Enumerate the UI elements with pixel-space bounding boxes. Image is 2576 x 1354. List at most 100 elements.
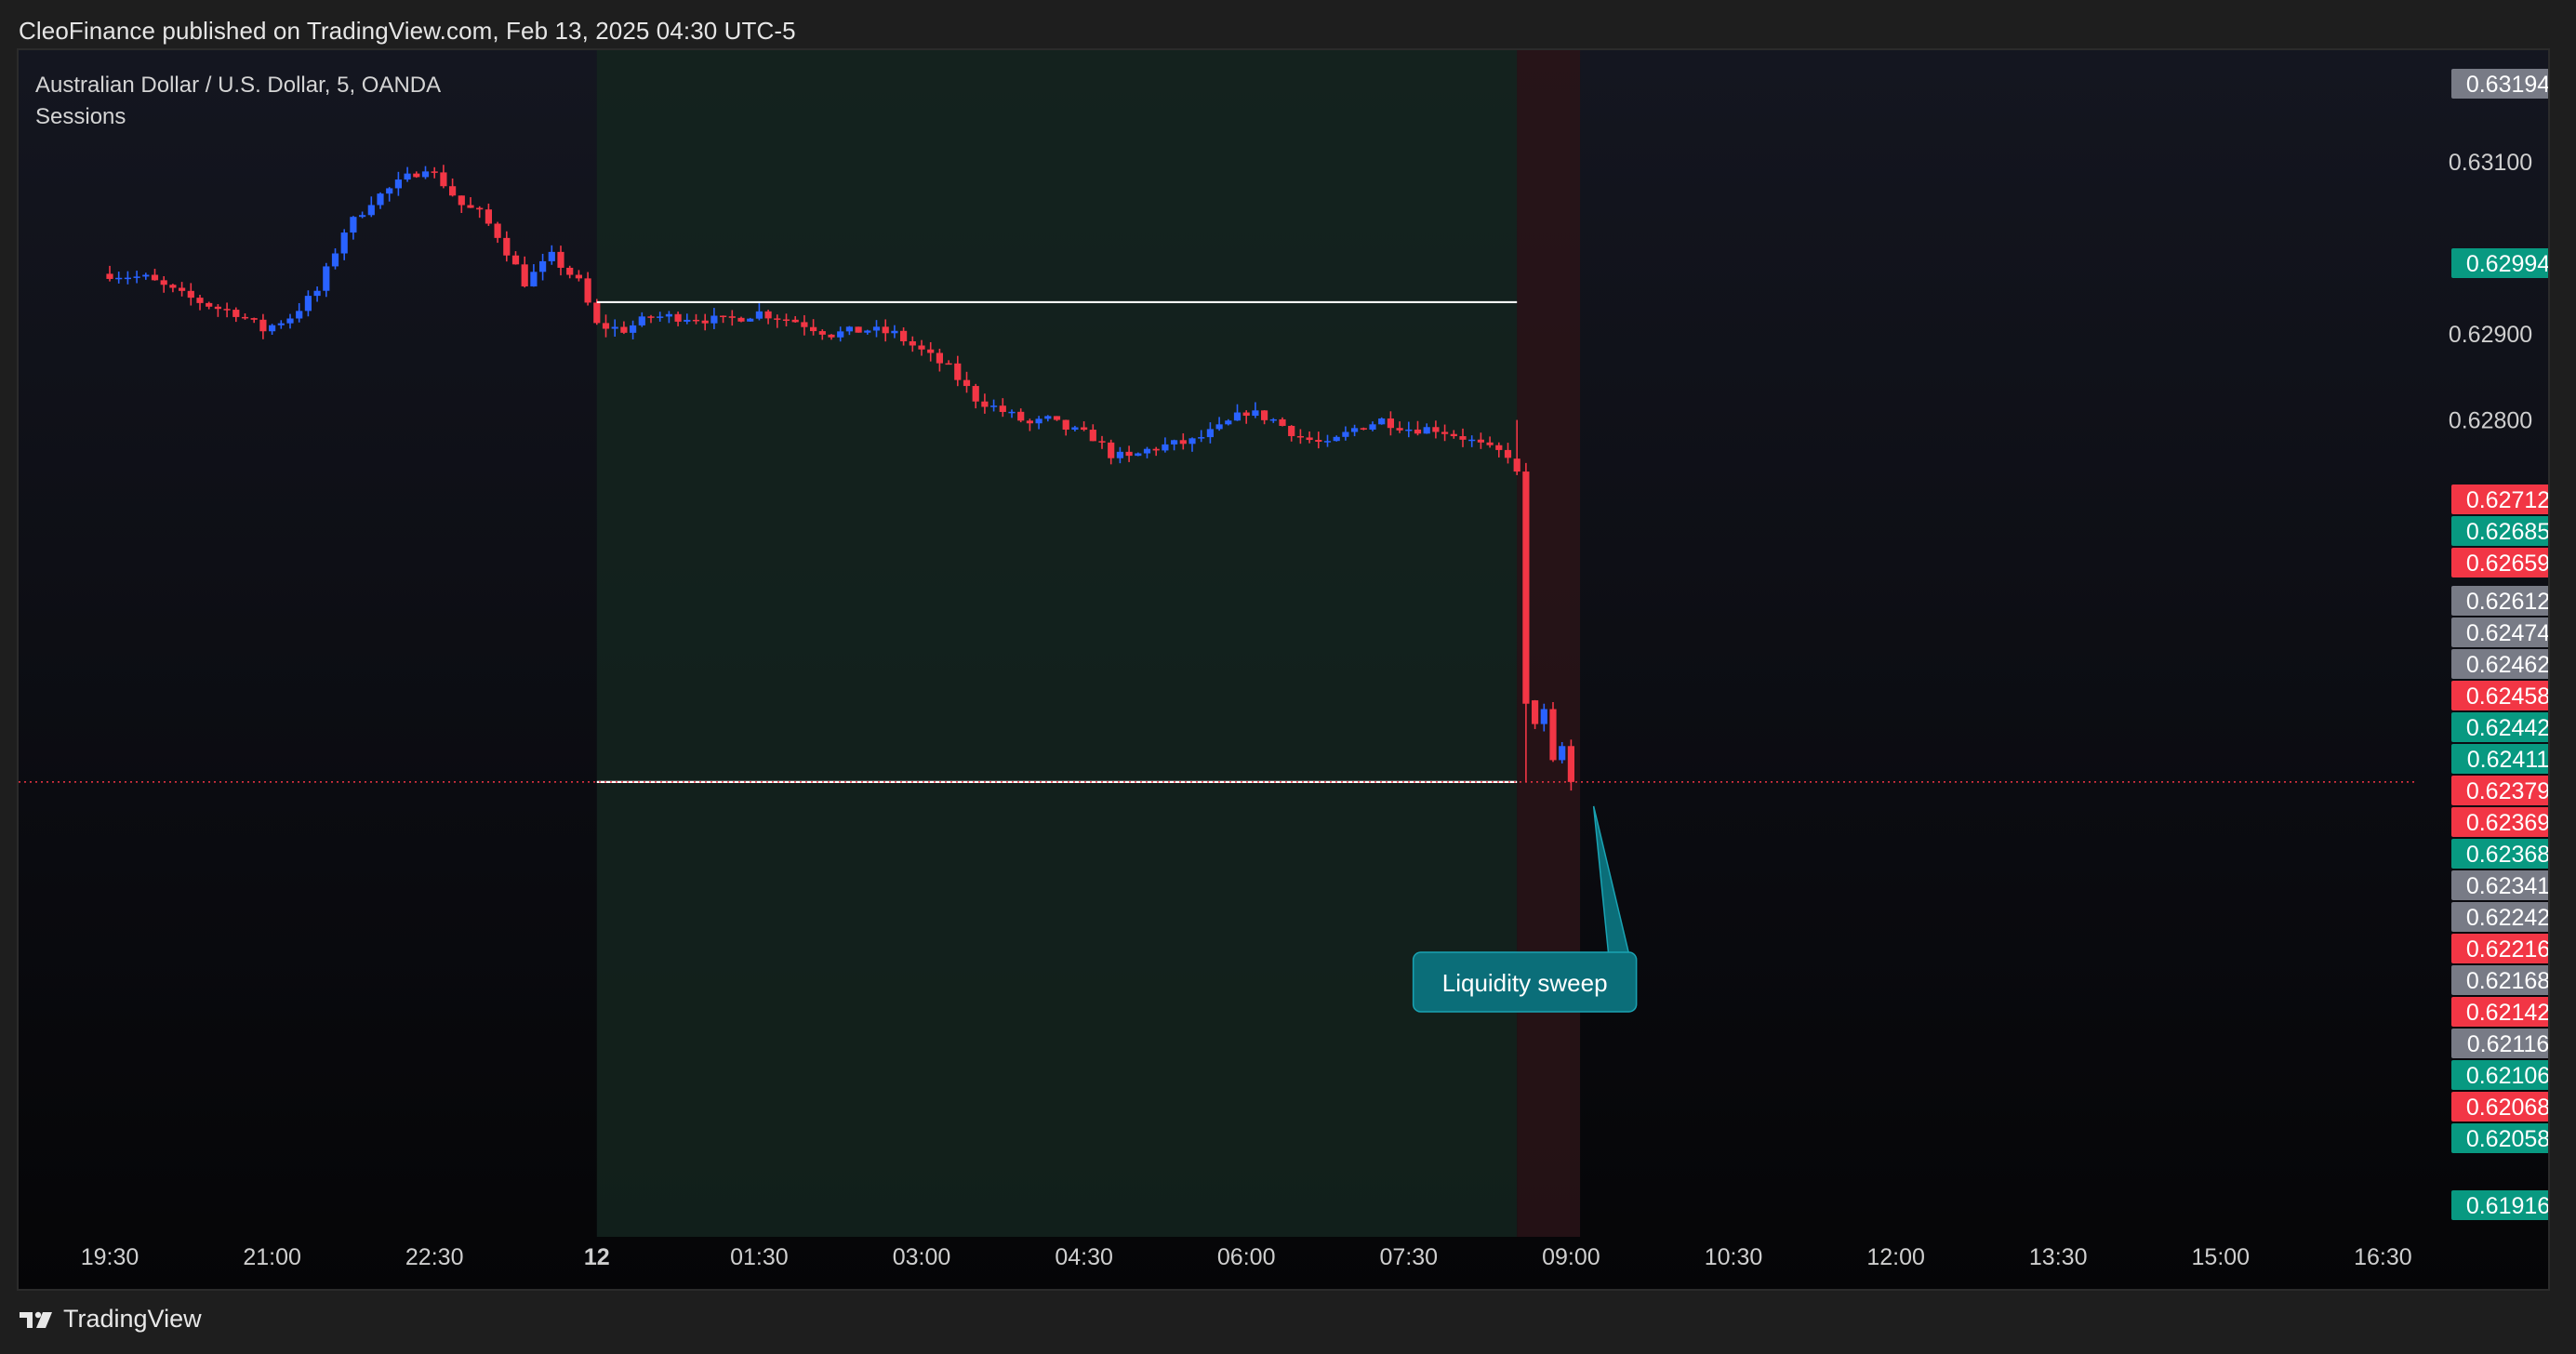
candle-body (1486, 442, 1494, 445)
price-badge-text: 0.62058 (2466, 1126, 2550, 1152)
price-badge-text: 0.62994 (2466, 251, 2550, 277)
candle-body (1540, 709, 1547, 724)
candle-body (692, 319, 700, 322)
candle-body (755, 311, 763, 319)
candle-body (791, 319, 799, 323)
indicator-legend[interactable]: Sessions (35, 104, 126, 130)
candle-body (1360, 428, 1367, 430)
candle-body (476, 207, 484, 210)
x-tick-label: 09:00 (1542, 1244, 1600, 1270)
candle-body (286, 318, 294, 324)
candle-body (421, 171, 430, 178)
candle-body (837, 331, 844, 338)
candle-body (1242, 412, 1250, 417)
price-badge: 0.62116 (2451, 1029, 2548, 1058)
candle-body (566, 267, 574, 275)
candle-body (864, 330, 871, 333)
price-badge-text: 0.62242 (2466, 905, 2550, 931)
candle-body (647, 316, 655, 318)
price-badge: 0.62712 (2451, 485, 2548, 514)
candle-body (774, 318, 781, 320)
candle-body (611, 326, 618, 329)
candle-body (918, 345, 925, 350)
chart-svg[interactable]: Liquidity sweep 19:30 21:00 22:30 12 01:30 03:… (19, 50, 2550, 1291)
candle-body (1044, 416, 1052, 419)
x-tick-label: 10:30 (1705, 1244, 1763, 1270)
candle-body (1333, 436, 1340, 442)
candle-body (223, 309, 231, 311)
candle-body (124, 277, 131, 280)
chart-area[interactable]: Liquidity sweep 19:30 21:00 22:30 12 01:30 03:… (17, 48, 2550, 1291)
candle-body (630, 325, 637, 333)
candle-body (539, 260, 547, 272)
candle-body (1089, 430, 1096, 442)
candle-body (657, 316, 664, 318)
price-badge: 0.62106 (2451, 1060, 2550, 1090)
candle-body (1306, 437, 1313, 441)
price-badge-text: 0.62379 (2466, 778, 2550, 804)
price-badge: 0.62462 (2451, 649, 2550, 679)
candle-body (1098, 441, 1106, 443)
candle-body (810, 326, 817, 332)
candle-body (728, 316, 736, 318)
candle-body (1477, 439, 1484, 443)
candle-body (782, 319, 790, 321)
symbol-legend[interactable]: Australian Dollar / U.S. Dollar, 5, OAND… (35, 73, 441, 99)
price-badge: 0.62659 (2451, 548, 2550, 577)
tradingview-footer[interactable]: TradingView (19, 1305, 202, 1334)
candle-body (548, 251, 555, 261)
price-badge-text: 0.62462 (2466, 652, 2550, 678)
x-tick-label: 15:00 (2192, 1244, 2251, 1270)
candle-body (133, 276, 140, 278)
x-tick-label: 03:00 (893, 1244, 951, 1270)
candle-body (394, 179, 402, 189)
price-badge-text: 0.62685 (2466, 519, 2550, 545)
price-badge: 0.62369 (2451, 807, 2548, 837)
x-tick-label: 01:30 (730, 1244, 789, 1270)
candle-body (1432, 427, 1440, 432)
candle-body (269, 325, 276, 332)
price-badge-text: 0.62106 (2466, 1063, 2550, 1089)
candle-body (1405, 429, 1413, 431)
candle-body (1279, 418, 1286, 426)
candle-body (701, 320, 709, 324)
price-badge-text: 0.62442 (2466, 715, 2550, 741)
candle-body (584, 278, 591, 303)
candle-body (720, 315, 727, 317)
candle-body (232, 310, 240, 317)
candle-body (1396, 428, 1403, 431)
x-tick-label: 21:00 (243, 1244, 301, 1270)
candle-body (404, 173, 411, 180)
candle-body (1215, 424, 1223, 430)
candle-body (196, 298, 204, 303)
candle-body (1378, 418, 1386, 425)
price-badge-text: 0.62612 (2466, 589, 2550, 615)
candle-body (431, 171, 438, 173)
candle-body (1116, 451, 1123, 458)
candle-body (764, 311, 772, 319)
candle-body (593, 302, 601, 324)
candle-body (981, 401, 989, 407)
candle-body (1423, 427, 1430, 434)
candle-body (169, 285, 177, 288)
candle-body (160, 280, 167, 285)
candle-body (927, 349, 935, 353)
price-badge: 0.62379 (2451, 776, 2550, 805)
x-tick-label: 16:30 (2354, 1244, 2412, 1270)
candle-body (900, 330, 908, 341)
candle-body (1450, 433, 1457, 437)
x-tick-label: 12 (584, 1244, 610, 1270)
price-badge-text: 0.62659 (2466, 551, 2550, 577)
candle-body (1387, 418, 1394, 429)
candle-body (684, 319, 691, 322)
price-badge-text: 0.62411 (2467, 747, 2550, 773)
candle-body (521, 264, 528, 286)
candle-body (1296, 435, 1304, 438)
candle-body (187, 290, 194, 299)
candle-body (801, 322, 808, 327)
candle-body (386, 188, 393, 194)
price-badge: 0.62442 (2451, 712, 2550, 742)
candle-body (214, 306, 221, 310)
price-badge: 0.62168 (2451, 965, 2548, 995)
candle-body (458, 195, 465, 206)
